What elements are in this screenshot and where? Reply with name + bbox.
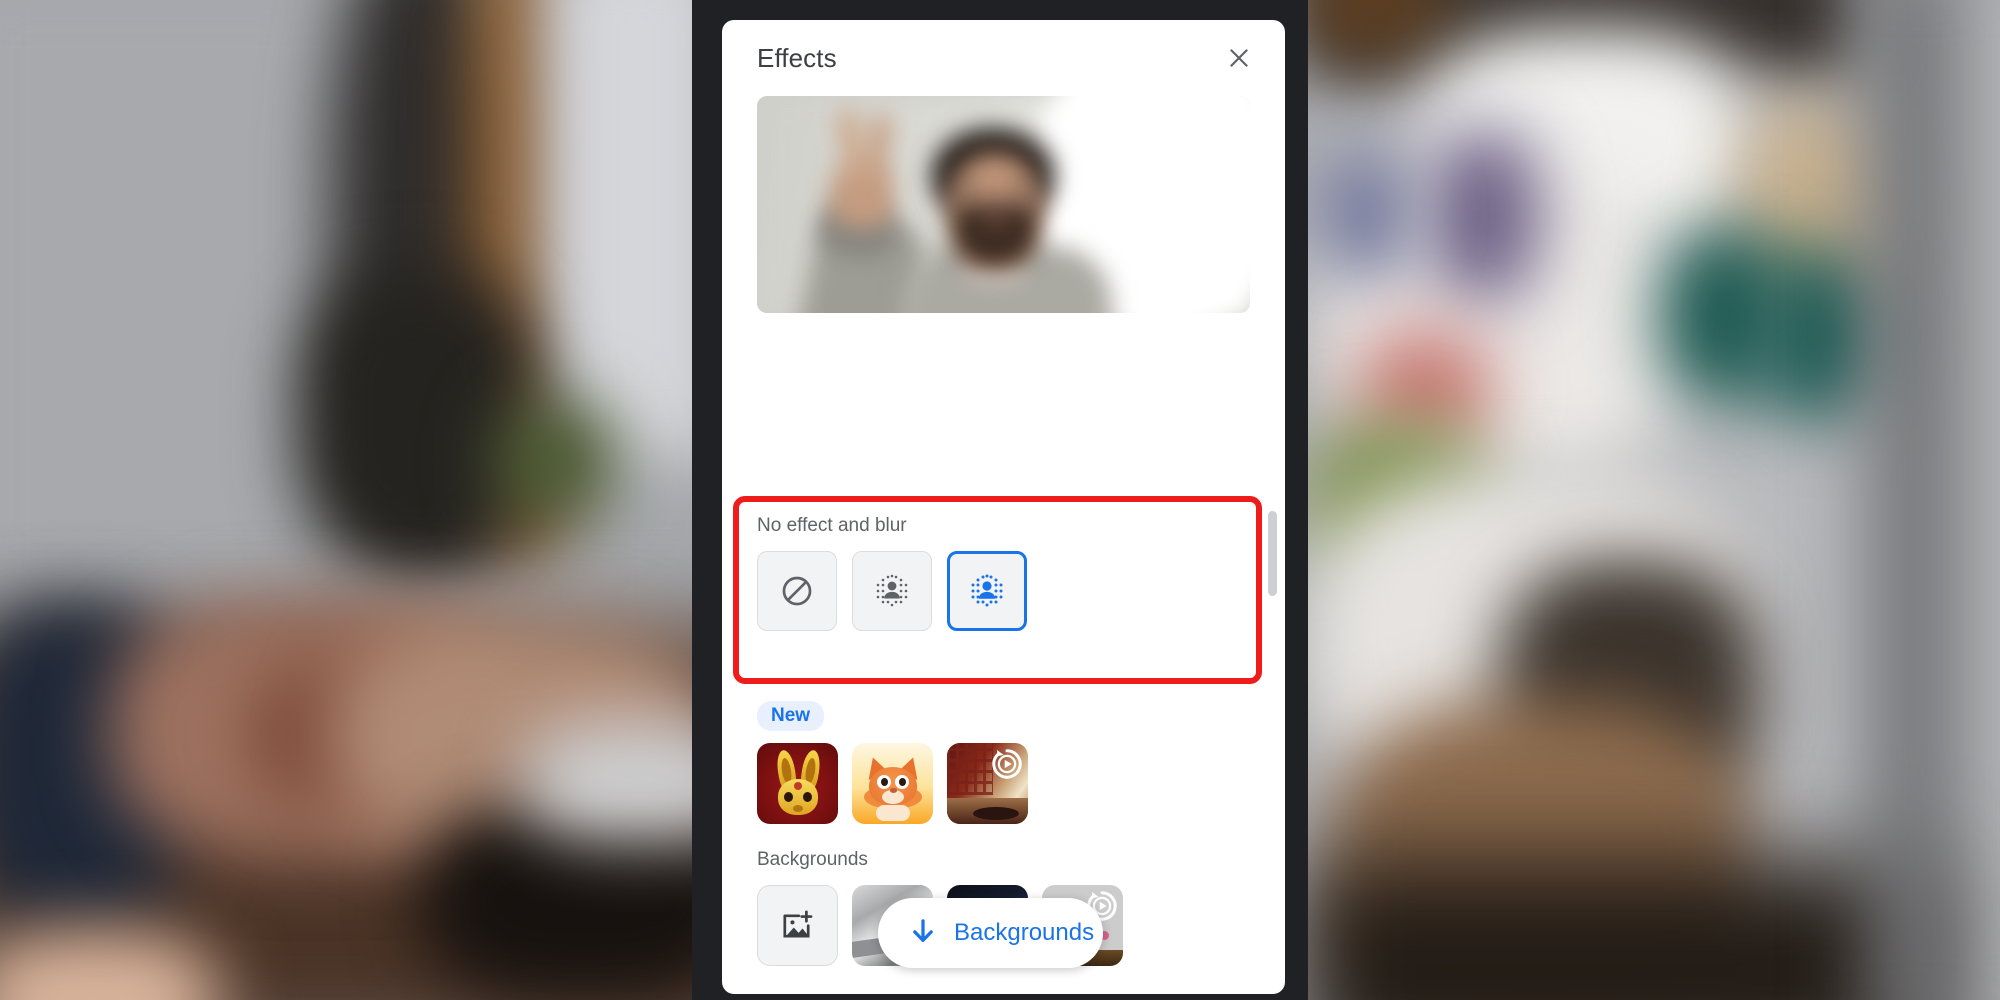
hall-lattice-shape — [947, 743, 993, 795]
effect-orange-cat-face[interactable] — [852, 743, 933, 824]
preview-eye-right — [1015, 184, 1027, 193]
rabbit-gem-shape — [794, 782, 802, 790]
person-strong-blur-icon — [971, 574, 1003, 607]
preview-glasses — [946, 180, 1044, 202]
hall-pool-shape — [973, 807, 1019, 820]
panel-scrollbar[interactable] — [1268, 511, 1277, 596]
download-arrow-icon — [913, 919, 933, 942]
cat-paws-shape — [876, 805, 910, 821]
backgrounds-pill-label: Backgrounds — [954, 919, 1095, 946]
add-custom-background-button[interactable] — [757, 885, 838, 966]
dialog-header: Effects — [722, 20, 1285, 96]
bg-shape-green-item — [495, 400, 615, 520]
rabbit-eye-left-shape — [784, 792, 793, 802]
person-light-blur-icon — [876, 574, 908, 607]
backgrounds-section-label: Backgrounds — [757, 849, 868, 870]
bg-shape-right-purple — [1430, 130, 1540, 300]
rabbit-snout-shape — [793, 805, 803, 812]
self-view-video-preview — [757, 96, 1250, 313]
bg-shape-right-bottom-dark — [1300, 860, 1940, 1000]
preview-mouth — [982, 214, 1010, 225]
cat-nose-shape — [890, 788, 897, 793]
new-effects-row — [757, 743, 1237, 824]
effect-option-blur-background[interactable] — [947, 551, 1027, 631]
bg-shape-right-post — [1870, 0, 1960, 1000]
effect-golden-rabbit-mask[interactable] — [757, 743, 838, 824]
no-effect-and-blur-section: No effect and blur — [757, 515, 1237, 631]
blur-option-row — [757, 551, 1237, 631]
page-title: Effects — [757, 42, 837, 73]
rabbit-eye-right-shape — [803, 792, 812, 802]
block-icon — [782, 576, 812, 606]
bg-shape-right-teal-2 — [1760, 250, 1880, 420]
new-effects-section: New — [757, 701, 1237, 824]
blur-section-label: No effect and blur — [757, 515, 907, 536]
status-badge: New — [757, 701, 825, 731]
cat-eye-left-shape — [877, 775, 891, 789]
effect-option-no-effect[interactable] — [757, 551, 837, 631]
effect-red-hall-scene[interactable] — [947, 743, 1028, 824]
effects-dialog: Effects No effect and blur New Backgroun… — [722, 20, 1285, 994]
preview-eye-left — [961, 184, 973, 193]
add-image-icon — [782, 910, 812, 938]
cat-eye-right-shape — [895, 775, 909, 789]
animated-loop-icon — [992, 749, 1022, 779]
close-button[interactable] — [1217, 36, 1261, 80]
backgrounds-download-pill[interactable]: Backgrounds — [878, 898, 1103, 968]
dialog-scroll-body[interactable]: No effect and blur New Backgrounds Backg… — [722, 96, 1285, 994]
effect-option-slight-blur[interactable] — [852, 551, 932, 631]
close-icon — [1230, 49, 1248, 67]
bg-shape-right-blue — [1320, 150, 1410, 280]
